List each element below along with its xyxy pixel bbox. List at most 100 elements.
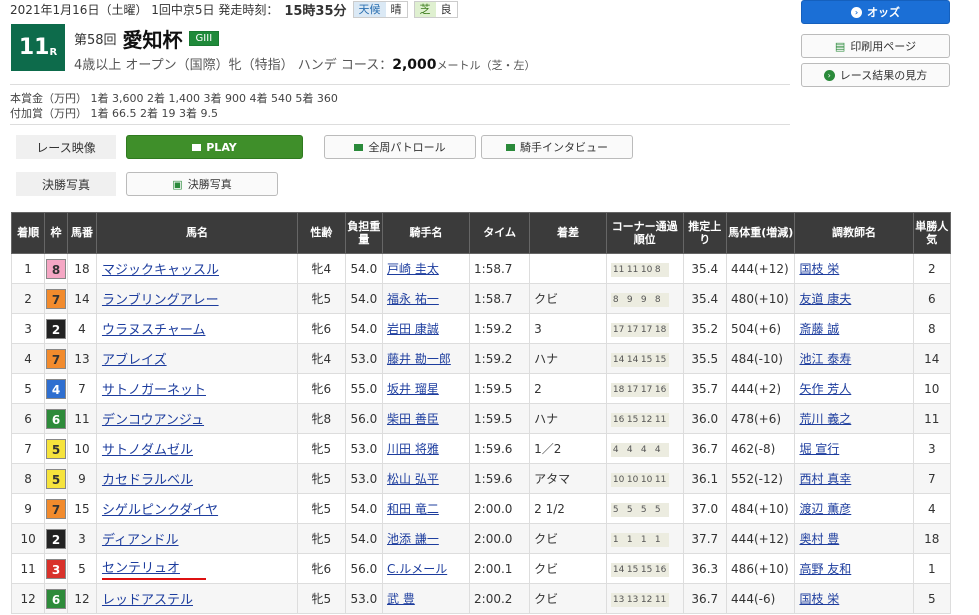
jockey-link[interactable]: 池添 謙一 (387, 532, 439, 546)
num-cell: 5 (66, 553, 97, 584)
trainer-link[interactable]: 渡辺 薫彦 (799, 502, 851, 516)
bw-cell: 462(-8) (726, 433, 796, 464)
horse-name-link[interactable]: サトノダムゼル (102, 443, 193, 458)
horse-name-link[interactable]: カセドラルベル (102, 473, 193, 488)
horse-name-link[interactable]: アブレイズ (102, 353, 167, 368)
trainer-link[interactable]: 池江 泰寿 (799, 352, 851, 366)
time-cell: 1:58.7 (469, 283, 531, 314)
patrol-button[interactable]: 全周パトロール (324, 135, 476, 159)
agari-cell: 35.5 (682, 343, 728, 374)
jockey-link[interactable]: 川田 将雅 (387, 442, 439, 456)
horse-name-link[interactable]: マジックキャッスル (102, 263, 219, 278)
trainer-link[interactable]: 国枝 栄 (799, 592, 839, 606)
pop-cell: 2 (912, 253, 952, 284)
corner-position: 4 (626, 444, 633, 455)
rank-cell: 1 (10, 253, 46, 284)
waku-badge: 5 (46, 438, 67, 459)
horse-name-link[interactable]: サトノガーネット (102, 383, 206, 398)
jockey-cell: C.ルメール (381, 553, 471, 584)
waku-badge: 7 (46, 288, 67, 309)
trainer-link[interactable]: 友道 康夫 (799, 292, 851, 306)
trainer-link[interactable]: 矢作 芳人 (799, 382, 851, 396)
jockey-link[interactable]: 福永 祐一 (387, 292, 439, 306)
results-table: 着順枠馬番 馬名 性齢 負担重量 騎手名 タイム 着差 コーナー通過順位 推定上り 馬体重(増減)… (10, 212, 952, 614)
bw-cell: 484(+10) (726, 493, 796, 524)
finish-photo-label: 決勝写真 (16, 172, 116, 196)
corner-positions: 18 17 17 16 (610, 382, 669, 397)
race-meta: 2021年1月16日（土曜） 1回中京5日 発走時刻： 15時35分 天候晴 芝… (10, 0, 458, 19)
corner-position: 12 (640, 594, 653, 605)
sex-cell: 牝5 (297, 283, 346, 314)
time-cell: 1:58.7 (469, 253, 531, 284)
corner-position: 5 (640, 504, 647, 515)
jockey-cell: 池添 謙一 (381, 523, 471, 554)
trainer-link[interactable]: 斎藤 誠 (799, 322, 839, 336)
corner-position: 8 (654, 294, 661, 305)
horse-name-link[interactable]: センテリュオ (102, 561, 180, 576)
trainer-link[interactable]: 西村 真幸 (799, 472, 851, 486)
horse-name-link[interactable]: シゲルピンクダイヤ (102, 503, 218, 518)
jockey-link[interactable]: 戸崎 圭太 (387, 262, 439, 276)
rank-cell: 6 (10, 403, 46, 434)
trainer-link[interactable]: 高野 友和 (799, 562, 851, 576)
corner-position: 13 (612, 594, 625, 605)
print-page-button[interactable]: ▤ 印刷用ページ (801, 34, 950, 58)
jockey-link[interactable]: 柴田 善臣 (387, 412, 439, 426)
pop-cell: 7 (912, 463, 952, 494)
time-cell: 1:59.5 (469, 403, 531, 434)
jockey-link[interactable]: 武 豊 (387, 592, 415, 606)
jockey-link[interactable]: 藤井 勘一郎 (387, 352, 451, 366)
trainer-link[interactable]: 奥村 豊 (799, 532, 839, 546)
printer-icon: ▤ (834, 39, 846, 53)
table-header: 着順枠馬番 馬名 性齢 負担重量 騎手名 タイム 着差 コーナー通過順位 推定上り 馬体重(増減)… (10, 212, 952, 254)
jockey-link[interactable]: 坂井 瑠星 (387, 382, 439, 396)
trainer-link[interactable]: 堀 宣行 (799, 442, 839, 456)
sex-cell: 牝5 (297, 583, 346, 614)
bw-cell: 480(+10) (726, 283, 796, 314)
jockey-cell: 岩田 康誠 (381, 313, 471, 344)
sex-cell: 牝6 (297, 313, 346, 344)
corner-position: 17 (640, 384, 653, 395)
weather-box: 天候晴 (352, 0, 408, 18)
corner-position: 18 (654, 324, 667, 335)
jockey-cell: 武 豊 (381, 583, 471, 614)
trainer-link[interactable]: 国枝 栄 (799, 262, 839, 276)
waku-cell: 2 (44, 313, 68, 344)
horse-name-link[interactable]: ランブリングアレー (102, 293, 219, 308)
track-box: 芝良 (413, 0, 458, 18)
bw-cell: 504(+6) (726, 313, 796, 344)
finish-photo-button[interactable]: ▣ 決勝写真 (126, 172, 278, 196)
odds-button[interactable]: › オッズ (801, 0, 950, 24)
corner-cell: 17 17 17 18 (605, 313, 684, 344)
race-video-label: レース映像 (16, 135, 116, 159)
jockey-link[interactable]: C.ルメール (387, 562, 447, 576)
jockey-link[interactable]: 松山 弘平 (387, 472, 439, 486)
rank-cell: 10 (10, 523, 46, 554)
corner-cell: 16 15 12 11 (605, 403, 684, 434)
trainer-link[interactable]: 荒川 義之 (799, 412, 851, 426)
jockey-link[interactable]: 和田 竜二 (387, 502, 439, 516)
horse-name-link[interactable]: デンコウアンジュ (102, 413, 204, 428)
how-to-read-button[interactable]: › レース結果の見方 (801, 63, 950, 87)
table-row: 10 2 3 ディアンドル 牝5 54.0 池添 謙一 2:00.0 クビ 1 1 1 1 37.7 444… (10, 523, 952, 554)
additional-prize: 付加賞（万円） 1着 66.5 2着 19 3着 9.5 (10, 107, 218, 120)
trainer-cell: 友道 康夫 (794, 283, 914, 314)
jockey-interview-button[interactable]: 騎手インタビュー (481, 135, 633, 159)
corner-position: 11 (654, 414, 667, 425)
horse-name-link[interactable]: ディアンドル (102, 533, 179, 548)
waku-badge: 6 (46, 588, 67, 609)
trainer-cell: 西村 真幸 (794, 463, 914, 494)
name-cell: デンコウアンジュ (95, 403, 299, 434)
wt-cell: 53.0 (344, 343, 384, 374)
jockey-link[interactable]: 岩田 康誠 (387, 322, 439, 336)
horse-name-link[interactable]: レッドアステル (102, 593, 193, 608)
horse-name-link[interactable]: ウラヌスチャーム (102, 323, 205, 338)
video-camera-icon (192, 143, 202, 151)
play-button[interactable]: PLAY (126, 135, 303, 159)
table-row: 9 7 15 シゲルピンクダイヤ 牝5 54.0 和田 竜二 2:00.0 2 1/2 5 5 5 5 3… (10, 493, 952, 524)
waku-cell: 5 (44, 433, 68, 464)
table-row: 8 5 9 カセドラルベル 牝5 53.0 松山 弘平 1:59.6 アタマ 10 10 10 11 36… (10, 463, 952, 494)
waku-cell: 3 (44, 553, 68, 584)
column-header: 推定上り (682, 212, 728, 254)
time-cell: 2:00.0 (469, 493, 531, 524)
